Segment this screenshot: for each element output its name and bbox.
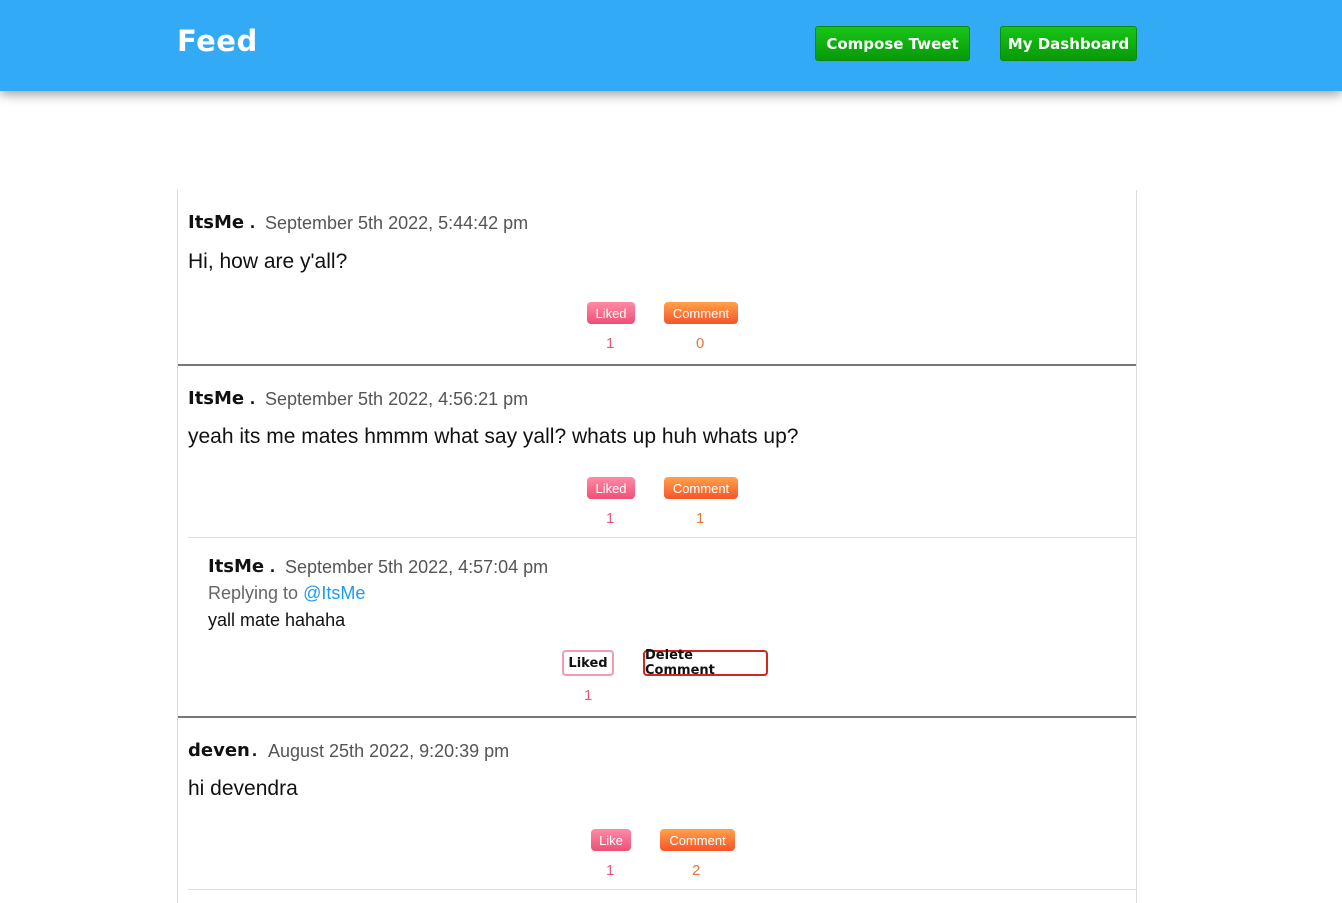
separator-dot: . [252,740,258,760]
reply-divider [188,889,1136,890]
tweet-text: Hi, how are y'all? [188,250,348,273]
comment-count: 0 [696,335,705,352]
reply-like-count: 1 [584,687,593,704]
tweet-date: September 5th 2022, 5:44:42 pm [265,213,529,233]
tweet-author[interactable]: ItsMe [188,388,244,409]
replying-to-line: Replying to @ItsMe [208,583,365,604]
tweet-date: September 5th 2022, 4:56:21 pm [265,389,529,409]
mention-link[interactable]: @ItsMe [303,583,365,603]
separator-dot: . [270,556,276,576]
top-header: Feed Compose Tweet My Dashboard [0,0,1342,91]
page-title: Feed [177,24,258,58]
comment-count: 2 [692,862,701,879]
like-count: 1 [606,510,615,527]
like-button[interactable]: Like [591,829,631,851]
comment-button[interactable]: Comment [660,829,735,851]
replying-to-label: Replying to [208,583,299,603]
reply-divider [188,537,1136,538]
compose-tweet-button[interactable]: Compose Tweet [815,26,970,61]
tweet-author[interactable]: deven [188,740,250,761]
tweet-card: deven . August 25th 2022, 9:20:39 pm hi … [178,718,1136,903]
feed-list: ItsMe . September 5th 2022, 5:44:42 pm H… [177,190,1137,903]
tweet-author[interactable]: ItsMe [188,212,244,233]
tweet-card: ItsMe . September 5th 2022, 5:44:42 pm H… [178,190,1136,364]
comment-button[interactable]: Comment [664,477,738,499]
reply-date: September 5th 2022, 4:57:04 pm [285,557,549,577]
like-button[interactable]: Liked [587,477,635,499]
delete-comment-button[interactable]: Delete Comment [643,648,768,678]
comment-button[interactable]: Comment [664,302,738,324]
tweet-date: August 25th 2022, 9:20:39 pm [268,741,510,761]
tweet-card: ItsMe . September 5th 2022, 4:56:21 pm y… [178,366,1136,716]
like-count: 1 [606,862,615,879]
reply-like-button[interactable]: Liked [562,650,614,676]
reply-author[interactable]: ItsMe [208,556,264,577]
tweet-text: hi devendra [188,777,298,800]
reply-text: yall mate hahaha [208,610,346,630]
tweet-text: yeah its me mates hmmm what say yall? wh… [188,425,799,448]
like-button[interactable]: Liked [587,302,635,324]
comment-count: 1 [696,510,705,527]
separator-dot: . [250,388,256,408]
separator-dot: . [250,212,256,232]
like-count: 1 [606,335,615,352]
my-dashboard-button[interactable]: My Dashboard [1000,26,1137,61]
